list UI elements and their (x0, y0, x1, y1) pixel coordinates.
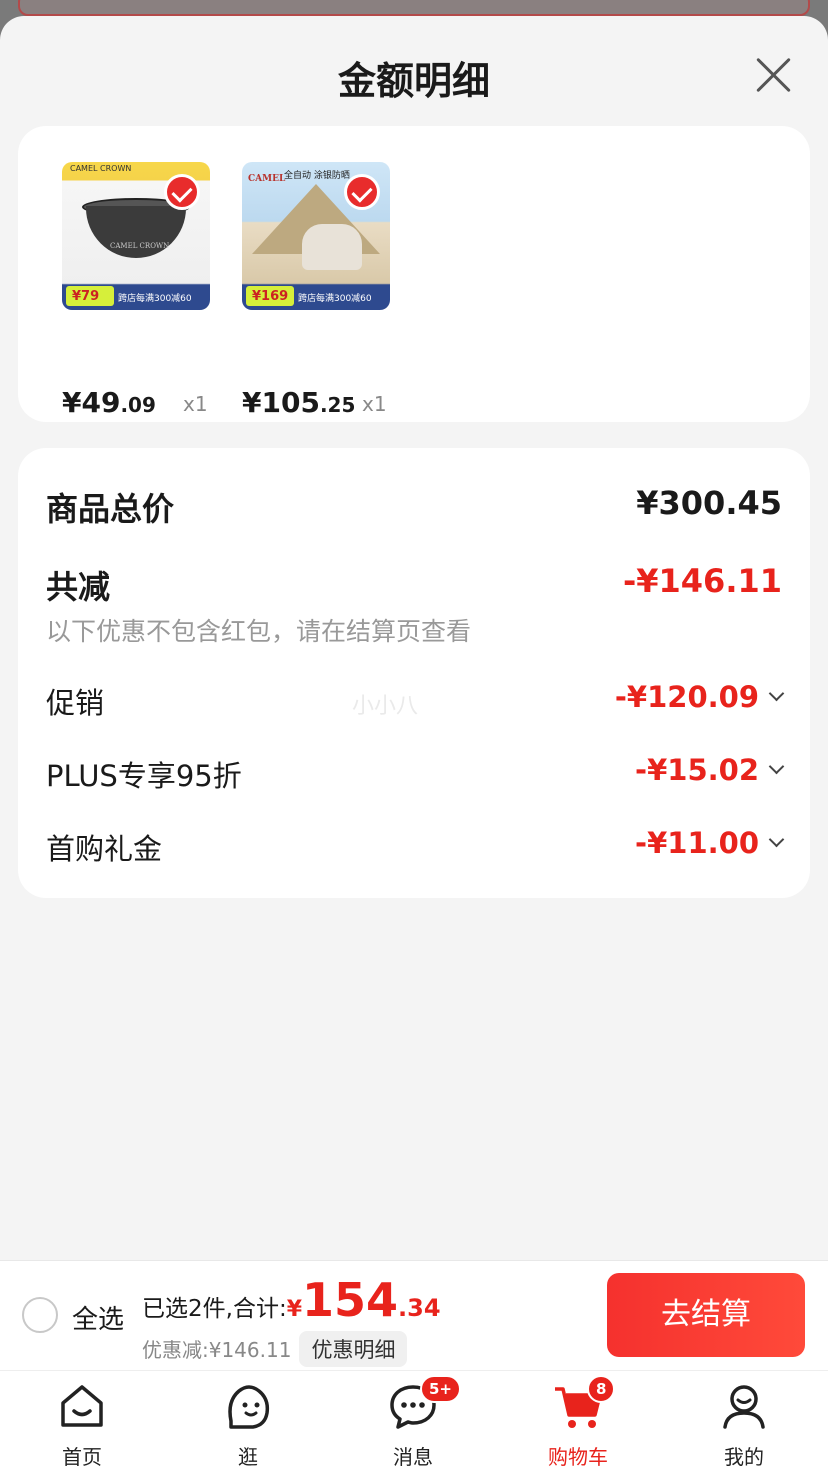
product-quantity: x1 (183, 392, 208, 416)
cart-badge: 8 (587, 1375, 616, 1403)
discount-label: 首购礼金 (46, 832, 163, 866)
total-reduce-value: -¥146.11 (622, 562, 782, 600)
total-integer: 154 (302, 1273, 399, 1327)
checked-icon (164, 174, 200, 210)
price-symbol: ¥ (242, 386, 262, 419)
discount-label: PLUS专享95折 (46, 759, 242, 793)
discount-detail-button[interactable]: 优惠明细 (299, 1331, 408, 1367)
select-all-radio[interactable] (22, 1297, 58, 1333)
discount-row-first-purchase[interactable]: 首购礼金 -¥11.00 (46, 826, 785, 868)
tab-label: 消息 (393, 1445, 433, 1469)
product-price: ¥105.25 x1 (242, 386, 442, 419)
total-price-value: ¥300.45 (636, 484, 782, 522)
close-button[interactable] (752, 54, 794, 96)
promo-price-tag: ¥79 (66, 286, 114, 306)
product-price: ¥49.09 x1 (62, 386, 262, 419)
total-price-label: 商品总价 (46, 490, 175, 528)
chevron-down-icon[interactable] (768, 685, 785, 702)
product-quantity: x1 (362, 392, 387, 416)
tab-label: 逛 (238, 1445, 258, 1469)
select-all-label[interactable]: 全选 (72, 1299, 124, 1336)
total-decimal: .34 (398, 1294, 441, 1322)
message-badge: 5+ (420, 1375, 462, 1403)
message-icon: 5+ (388, 1375, 462, 1431)
checkout-bar: 全选 已选2件,合计:¥154.34 优惠减:¥146.11 优惠明细 去结算 (0, 1260, 828, 1370)
bowl-shape (86, 206, 186, 258)
price-integer: 105 (261, 386, 320, 419)
price-details-card: 商品总价 ¥300.45 共减 -¥146.11 以下优惠不包含红包，请在结算页… (18, 448, 810, 898)
discount-row-plus[interactable]: PLUS专享95折 -¥15.02 (46, 753, 785, 795)
discount-value: -¥11.00 (635, 826, 759, 860)
tab-label: 购物车 (548, 1445, 608, 1469)
reduce-note: 以下优惠不包含红包，请在结算页查看 (46, 617, 472, 646)
price-symbol: ¥ (62, 386, 82, 419)
user-icon (719, 1381, 769, 1431)
promo-strip-text: 跨店每满300减60 (118, 294, 192, 304)
products-card: CAMEL CROWN CAMEL CROWN ¥79 跨店每满300减60 ¥… (18, 126, 810, 422)
promo-price-tag: ¥169 (246, 286, 294, 306)
price-integer: 49 (81, 386, 121, 419)
product-image[interactable]: CAMEL CROWN CAMEL CROWN ¥79 跨店每满300减60 (62, 162, 210, 310)
home-icon (57, 1381, 107, 1431)
product-logo-text: CAMEL CROWN (110, 242, 170, 250)
promo-strip-text: 跨店每满300减60 (298, 294, 372, 304)
cart-icon: 8 (553, 1375, 616, 1431)
tab-profile[interactable]: 我的 (684, 1381, 804, 1470)
tab-messages[interactable]: 5+ 消息 (353, 1375, 473, 1470)
total-reduce-row: 共减 -¥146.11 (46, 562, 782, 608)
checkout-button[interactable]: 去结算 (607, 1273, 805, 1357)
checked-icon (344, 174, 380, 210)
bottom-tab-bar: 首页 逛 5+ 消息 8 购物车 我的 (0, 1370, 828, 1472)
tab-cart[interactable]: 8 购物车 (518, 1375, 638, 1470)
chevron-down-icon[interactable] (768, 758, 785, 775)
product-headline: 全自动 涂银防晒 (284, 171, 350, 181)
tab-home[interactable]: 首页 (22, 1381, 142, 1470)
watermark: 小小八 (352, 694, 419, 719)
selected-summary: 已选2件,合计:¥154.34 (142, 1273, 441, 1327)
people-shape (302, 224, 362, 270)
discount-value: -¥120.09 (614, 680, 759, 714)
product-image[interactable]: CAMEL 全自动 涂银防晒 ¥169 跨店每满300减60 (242, 162, 390, 310)
product-item[interactable]: CAMEL 全自动 涂银防晒 ¥169 跨店每满300减60 ¥105.25 x… (242, 162, 402, 419)
discount-value: -¥15.02 (635, 753, 759, 787)
price-decimal: .09 (120, 393, 156, 417)
background-pill (18, 0, 810, 16)
total-symbol: ¥ (286, 1297, 303, 1322)
product-top-label: CAMEL CROWN (70, 164, 132, 173)
price-decimal: .25 (319, 393, 356, 417)
face-icon (223, 1381, 273, 1431)
amount-detail-sheet: 金额明细 CAMEL CROWN CAMEL CROWN ¥79 跨店每满300… (0, 16, 828, 1260)
brand-logo-text: CAMEL (248, 174, 286, 184)
product-item[interactable]: CAMEL CROWN CAMEL CROWN ¥79 跨店每满300减60 ¥… (62, 162, 222, 419)
selected-summary-label: 已选2件,合计: (142, 1296, 287, 1322)
chevron-down-icon[interactable] (768, 831, 785, 848)
discount-label: 促销 (46, 686, 105, 720)
sheet-title: 金额明细 (337, 59, 490, 103)
tab-label: 首页 (62, 1445, 102, 1469)
discount-amount-text: 优惠减:¥146.11 (142, 1338, 292, 1362)
discount-line: 优惠减:¥146.11 优惠明细 (142, 1331, 408, 1367)
total-reduce-label: 共减 (46, 568, 111, 606)
tab-browse[interactable]: 逛 (188, 1381, 308, 1470)
total-price-row: 商品总价 ¥300.45 (46, 484, 782, 530)
tab-label: 我的 (724, 1445, 764, 1469)
